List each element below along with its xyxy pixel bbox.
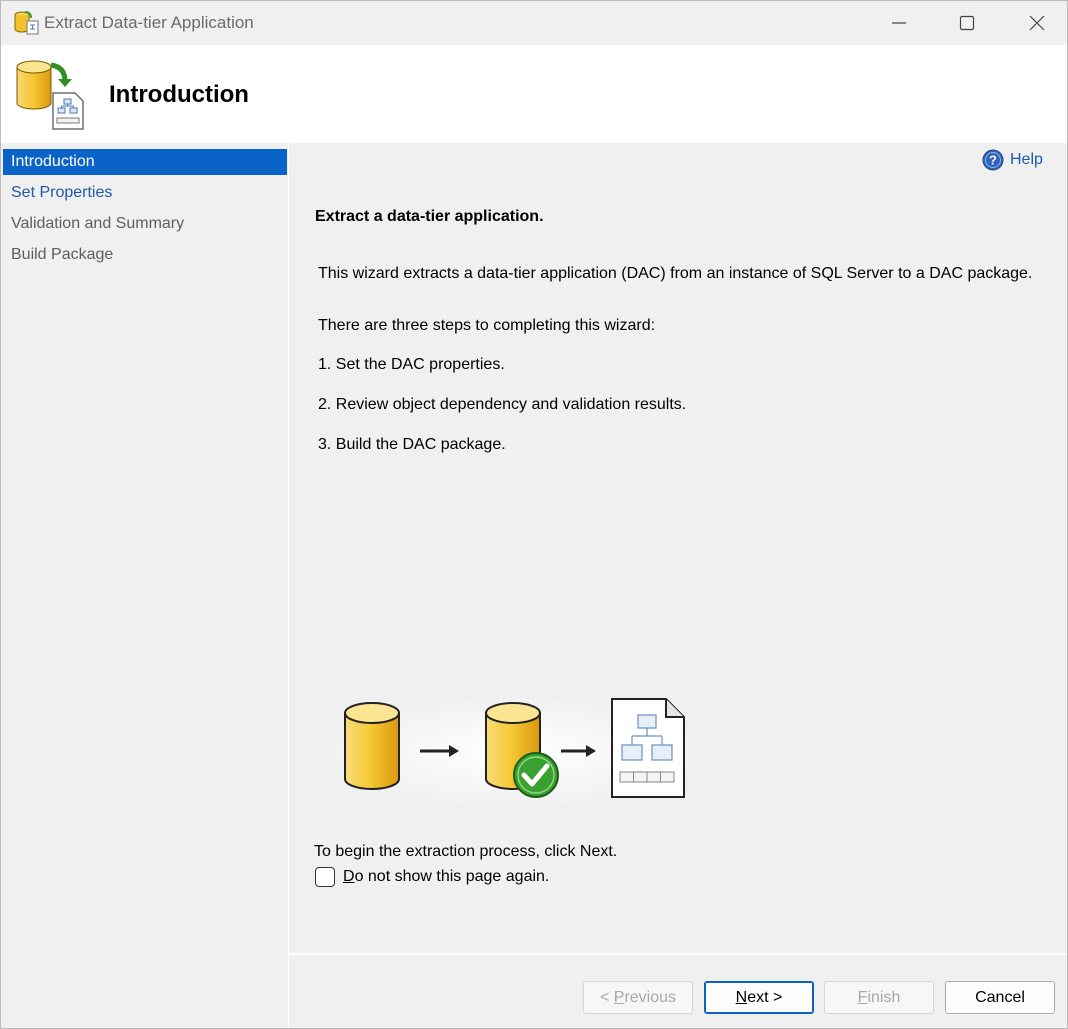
- extraction-diagram: [318, 695, 708, 810]
- step-item: 2. Review object dependency and validati…: [318, 396, 687, 413]
- nav-item-build-package: Build Package: [11, 246, 114, 263]
- previous-accel: P: [613, 988, 625, 1006]
- previous-button[interactable]: < Previous: [583, 981, 693, 1014]
- title-bar: Extract Data-tier Application: [1, 1, 1067, 45]
- wizard-window: Extract Data-tier Application Introducti…: [0, 0, 1068, 1029]
- finish-rest: inish: [867, 988, 901, 1006]
- svg-text:?: ?: [989, 153, 997, 168]
- close-button[interactable]: [1002, 1, 1067, 45]
- previous-rest: revious: [624, 988, 677, 1006]
- previous-prefix: <: [599, 988, 614, 1006]
- do-not-show-checkbox[interactable]: [315, 867, 335, 887]
- steps-intro: There are three steps to completing this…: [318, 317, 656, 334]
- nav-item-validation-and-summary: Validation and Summary: [11, 215, 185, 232]
- window-title: Extract Data-tier Application: [44, 13, 254, 32]
- do-not-show-label-accel: D: [343, 868, 355, 885]
- package-document-icon: [611, 698, 685, 798]
- finish-accel: F: [857, 988, 868, 1006]
- wizard-footer: < Previous Next > Finish Cancel: [290, 953, 1067, 1028]
- maximize-button[interactable]: [932, 1, 1002, 45]
- checkmark-icon: [513, 752, 559, 798]
- database-extract-icon: [16, 60, 84, 130]
- wizard-steps-nav: Introduction Set Properties Validation a…: [1, 143, 289, 1028]
- database-extract-icon: [14, 11, 39, 35]
- do-not-show-option[interactable]: Do not show this page again.: [315, 867, 549, 887]
- close-icon: [1029, 15, 1045, 31]
- content-description: This wizard extracts a data-tier applica…: [318, 265, 1033, 282]
- content-panel: ? Help Extract a data-tier application. …: [290, 143, 1067, 953]
- do-not-show-label: Do not show this page again.: [343, 868, 549, 886]
- minimize-button[interactable]: [864, 1, 934, 45]
- begin-instruction: To begin the extraction process, click N…: [314, 843, 618, 860]
- source-database-icon: [344, 702, 400, 790]
- step-item: 3. Build the DAC package.: [318, 436, 506, 453]
- step-item: 1. Set the DAC properties.: [318, 356, 505, 373]
- next-button[interactable]: Next >: [704, 981, 814, 1014]
- help-link[interactable]: ? Help: [982, 149, 1043, 171]
- nav-item-introduction[interactable]: Introduction: [3, 149, 287, 175]
- help-icon: ?: [982, 149, 1004, 171]
- help-label: Help: [1010, 151, 1043, 168]
- page-header: Introduction: [1, 45, 1067, 143]
- nav-item-set-properties[interactable]: Set Properties: [3, 180, 287, 206]
- next-accel: N: [735, 988, 748, 1006]
- do-not-show-label-rest: o not show this page again.: [354, 868, 550, 885]
- cancel-button[interactable]: Cancel: [945, 981, 1055, 1014]
- maximize-icon: [959, 15, 975, 31]
- next-rest: ext >: [747, 988, 783, 1006]
- minimize-icon: [892, 22, 906, 24]
- page-title: Introduction: [109, 81, 249, 108]
- finish-button[interactable]: Finish: [824, 981, 934, 1014]
- content-heading: Extract a data-tier application.: [315, 208, 544, 225]
